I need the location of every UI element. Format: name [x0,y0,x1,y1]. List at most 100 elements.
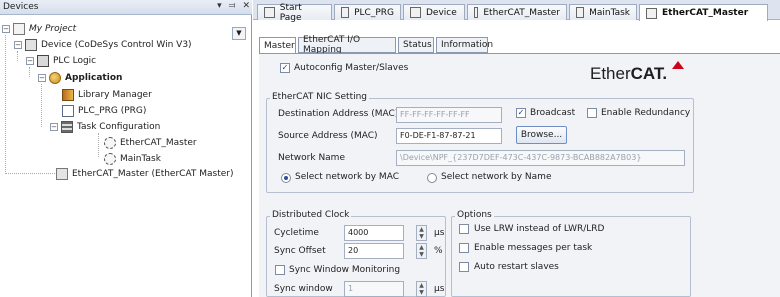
library-manager-icon [62,89,74,101]
sync-offset-unit: % [434,246,443,256]
use-lrw-checkbox[interactable] [459,224,469,234]
tree-item-label: MainTask [120,154,161,164]
program-icon [341,7,350,18]
subtab-io-mapping[interactable]: EtherCAT I/O Mapping [298,35,396,55]
gear-icon [576,7,585,18]
select-by-mac-radio[interactable] [281,173,291,183]
tab-label: Device [426,7,457,18]
project-dropdown-button[interactable]: ▼ [232,27,246,40]
ethercat-master-icon [56,168,68,180]
subtab-label: Information [441,40,494,50]
distributed-clock-group-title: Distributed Clock [270,210,352,220]
tree-line [98,133,99,157]
subtab-information[interactable]: Information [436,37,493,53]
tab-plc-prg[interactable]: PLC_PRG [334,4,401,20]
ethercat-logo: EtherCAT. [590,64,667,84]
project-icon [13,23,25,35]
device-icon [410,7,421,18]
destination-address-input[interactable]: FF-FF-FF-FF-FF-FF [396,107,502,123]
subtab-status[interactable]: Status [398,37,434,53]
source-address-input[interactable]: F0-DE-F1-87-87-21 [396,128,502,144]
tree-line [17,51,18,61]
tree-item-label: EtherCAT_Master [120,138,197,148]
cycletime-label: Cycletime [274,228,319,238]
tree-item-task-configuration[interactable]: − Task Configuration [50,120,160,134]
source-address-label: Source Address (MAC) [278,131,378,141]
tree-line [41,84,42,127]
tree-line [5,173,55,174]
sync-window-monitoring-checkbox[interactable] [275,265,285,275]
gear-icon [104,137,116,149]
cycletime-spinner[interactable]: ▲ ▼ [416,225,427,241]
sync-window-unit: µs [434,284,445,294]
pin-icon[interactable]: ⫤ [229,1,236,11]
sync-window-input[interactable]: 1 [344,281,404,297]
tab-ethercat-master-task[interactable]: EtherCAT_Master [467,4,567,20]
tab-label: PLC_PRG [354,7,394,18]
sync-offset-input[interactable]: 20 [344,243,404,259]
nic-setting-group-title: EtherCAT NIC Setting [270,92,370,102]
autoconfig-checkbox[interactable]: ✓ [280,63,290,73]
collapse-toggle[interactable]: − [2,25,10,33]
logo-text-bold: CAT. [630,64,668,83]
tab-label: Start Page [279,2,302,23]
auto-restart-label: Auto restart slaves [474,262,559,272]
tab-maintask[interactable]: MainTask [569,4,637,20]
tree-item-ethercat-master-device[interactable]: EtherCAT_Master (EtherCAT Master) [56,167,234,181]
collapse-toggle[interactable]: − [50,123,58,131]
task-configuration-icon [61,121,73,133]
broadcast-label: Broadcast [530,108,576,118]
subtab-label: EtherCAT I/O Mapping [303,35,361,55]
tab-label: MainTask [589,7,630,18]
network-name-input[interactable]: \Device\NPF_{237D7DEF-473C-437C-9873-BCA… [396,150,685,166]
start-page-icon [264,7,275,18]
tree-item-application[interactable]: − Application [38,71,122,85]
tree-item-label: Task Configuration [77,122,161,132]
tab-device[interactable]: Device [403,4,465,20]
sync-window-monitoring-label: Sync Window Monitoring [289,265,401,275]
logo-text: Ether [590,64,631,83]
tree-line [29,67,30,77]
sync-offset-label: Sync Offset [274,246,326,256]
dropdown-icon[interactable]: ▾ [217,1,222,11]
tree-item-plc-prg[interactable]: PLC_PRG (PRG) [62,104,146,118]
enable-messages-checkbox[interactable] [459,243,469,253]
tree-item-label: EtherCAT_Master (EtherCAT Master) [72,169,234,179]
subtab-master[interactable]: Master [259,37,296,54]
tab-ethercat-master-active[interactable]: EtherCAT_Master [639,4,768,21]
close-icon[interactable]: ✕ [242,1,250,11]
devices-pane: Devices ▾ ⫤ ✕ ▼ − My Project − Device (C… [0,0,252,297]
auto-restart-checkbox[interactable] [459,262,469,272]
cycletime-input[interactable]: 4000 [344,225,404,241]
device-icon [25,39,37,51]
tree-item-maintask[interactable]: MainTask [104,152,161,166]
sync-window-spinner[interactable]: ▲ ▼ [416,281,427,297]
subtab-label: Master [264,40,295,51]
tree-item-label: Device (CoDeSys Control Win V3) [41,40,192,50]
tree-item-device[interactable]: − Device (CoDeSys Control Win V3) [14,38,192,52]
broadcast-checkbox[interactable]: ✓ [516,108,526,118]
tree-item-ethercat-master-task[interactable]: EtherCAT_Master [104,136,197,150]
tree-item-label: PLC Logic [53,56,97,66]
tree-line [5,35,6,174]
tree-item-label: Library Manager [78,90,152,100]
tree-item-plc-logic[interactable]: − PLC Logic [26,54,96,68]
tree-item-library-manager[interactable]: Library Manager [62,88,152,102]
collapse-toggle[interactable]: − [26,57,34,65]
tree-item-my-project[interactable]: − My Project [2,22,76,36]
collapse-toggle[interactable]: − [38,74,46,82]
collapse-toggle[interactable]: − [14,41,22,49]
enable-redundancy-checkbox[interactable] [587,108,597,118]
browse-button[interactable]: Browse... [516,126,567,144]
application-icon [49,72,61,84]
pane-header-icons: ▾ ⫤ ✕ [217,1,250,11]
sync-window-label: Sync window [274,284,333,294]
tab-start-page[interactable]: Start Page [257,2,332,23]
options-group-title: Options [455,210,494,220]
gear-icon [474,7,479,18]
sync-offset-spinner[interactable]: ▲ ▼ [416,243,427,259]
devices-pane-title: Devices [3,2,39,12]
devices-pane-header: Devices ▾ ⫤ ✕ [0,0,252,15]
select-by-name-radio[interactable] [427,173,437,183]
tab-label: EtherCAT_Master [662,8,749,18]
